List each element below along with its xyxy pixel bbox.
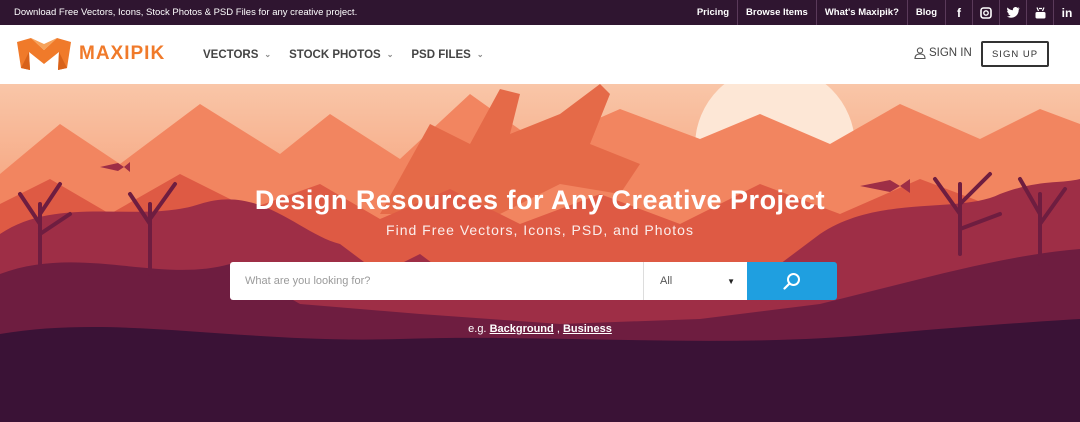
browse-items-link[interactable]: Browse Items bbox=[737, 0, 816, 25]
caret-down-icon: ▼ bbox=[727, 276, 735, 286]
hero-subtitle: Find Free Vectors, Icons, PSD, and Photo… bbox=[386, 222, 694, 238]
pricing-link[interactable]: Pricing bbox=[689, 0, 737, 25]
user-icon bbox=[914, 47, 926, 59]
linkedin-icon[interactable]: in bbox=[1053, 0, 1080, 25]
example-business-link[interactable]: Business bbox=[563, 323, 612, 335]
search-bar: All ▼ bbox=[230, 262, 837, 300]
search-examples: e.g. Background , Business bbox=[0, 323, 1080, 335]
blog-link[interactable]: Blog bbox=[906, 0, 945, 25]
chevron-down-icon: ⌄ bbox=[264, 50, 272, 59]
nav-psd-files[interactable]: PSD FILES ⌄ bbox=[411, 49, 483, 61]
logo[interactable]: MAXIPIK bbox=[15, 36, 165, 72]
facebook-icon[interactable]: f bbox=[945, 0, 972, 25]
nav-stock-photos-label: STOCK PHOTOS bbox=[289, 48, 381, 61]
sign-in-link[interactable]: SIGN IN bbox=[914, 47, 972, 59]
whats-maxipik-link[interactable]: What's Maxipik? bbox=[815, 0, 907, 25]
site-header: MAXIPIK VECTORS ⌄ STOCK PHOTOS ⌄ PSD FILES… bbox=[0, 25, 1080, 84]
search-button[interactable] bbox=[747, 262, 837, 300]
hero-banner: Design Resources for Any Creative Projec… bbox=[0, 84, 1080, 422]
chevron-down-icon: ⌄ bbox=[386, 50, 394, 59]
sign-up-button[interactable]: SIGN UP bbox=[981, 41, 1049, 67]
instagram-icon[interactable] bbox=[972, 0, 999, 25]
search-icon bbox=[783, 273, 800, 290]
nav-vectors[interactable]: VECTORS ⌄ bbox=[203, 49, 271, 61]
category-select[interactable]: All ▼ bbox=[643, 262, 747, 300]
top-nav: Pricing Browse Items What's Maxipik? Blo… bbox=[689, 0, 1080, 25]
nav-psd-files-label: PSD FILES bbox=[411, 48, 471, 61]
examples-separator: , bbox=[556, 323, 560, 335]
example-background-link[interactable]: Background bbox=[490, 323, 554, 335]
underwater-illustration bbox=[0, 84, 1080, 422]
twitter-icon[interactable] bbox=[999, 0, 1026, 25]
category-select-value: All bbox=[660, 275, 673, 287]
sign-in-label: SIGN IN bbox=[929, 47, 972, 59]
examples-prefix: e.g. bbox=[468, 323, 487, 335]
youtube-icon[interactable] bbox=[1026, 0, 1053, 25]
logo-wordmark: MAXIPIK bbox=[79, 43, 166, 64]
nav-stock-photos[interactable]: STOCK PHOTOS ⌄ bbox=[289, 49, 393, 61]
search-input[interactable] bbox=[230, 262, 643, 300]
tagline: Download Free Vectors, Icons, Stock Phot… bbox=[14, 7, 358, 18]
main-nav: VECTORS ⌄ STOCK PHOTOS ⌄ PSD FILES ⌄ bbox=[203, 25, 502, 84]
top-bar: Download Free Vectors, Icons, Stock Phot… bbox=[0, 0, 1080, 25]
nav-vectors-label: VECTORS bbox=[203, 48, 259, 61]
maxipik-logo-icon bbox=[17, 38, 71, 70]
hero-title: Design Resources for Any Creative Projec… bbox=[254, 185, 826, 215]
chevron-down-icon: ⌄ bbox=[476, 50, 484, 59]
